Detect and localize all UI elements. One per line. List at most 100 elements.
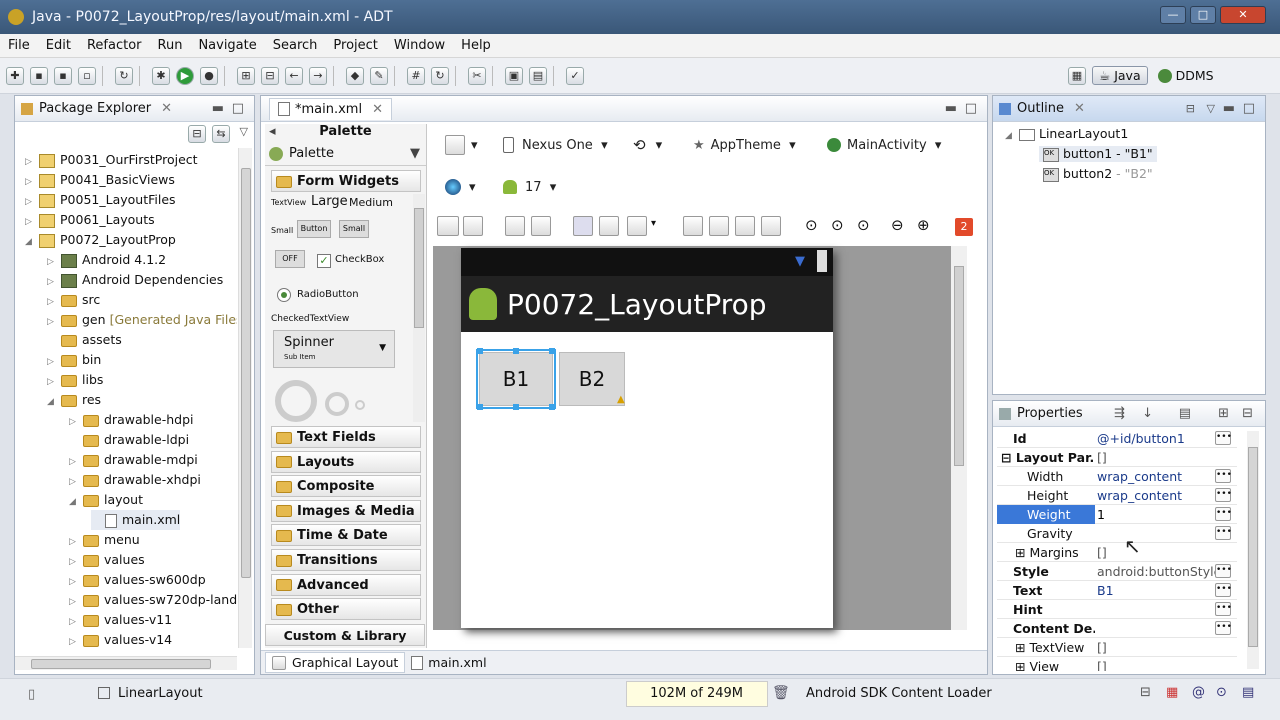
property-row[interactable]: Id @+id/button1 ••• [997, 429, 1237, 448]
expand-arrow-icon[interactable]: ◢ [69, 492, 79, 512]
widget-button[interactable]: Button [297, 220, 331, 238]
property-value[interactable]: android:buttonStyle [1097, 562, 1219, 581]
edit-property-icon[interactable]: ••• [1215, 583, 1232, 597]
expand-arrow-icon[interactable]: ▷ [69, 452, 79, 472]
resize-handle[interactable] [549, 404, 555, 410]
edit-property-icon[interactable]: ••• [1215, 526, 1232, 540]
widgets-scrollbar[interactable] [413, 194, 425, 422]
property-row[interactable]: ⊞ View [] [997, 657, 1237, 671]
new-class-icon[interactable]: ⊞ [237, 66, 255, 85]
checkbox-check-icon[interactable]: ✓ [317, 254, 331, 268]
tree-item[interactable]: ◢ P0072_LayoutProp [25, 230, 176, 250]
preview-button-b2[interactable]: B2 [559, 352, 625, 406]
widget-spinner[interactable]: Spinner Sub Item ▼ [273, 330, 395, 368]
property-value[interactable]: B1 [1097, 581, 1219, 600]
edit-property-icon[interactable]: ••• [1215, 469, 1232, 483]
widget-radiobutton[interactable]: RadioButton [297, 289, 359, 300]
package-explorer-tab[interactable]: Package Explorer ✕ ▬ □ [15, 96, 254, 122]
widget-checkedtextview[interactable]: CheckedTextView [271, 314, 349, 324]
expand-arrow-icon[interactable]: ▷ [69, 532, 79, 552]
property-value[interactable]: wrap_content [1097, 486, 1219, 505]
expand-arrow-icon[interactable]: ▷ [69, 572, 79, 592]
properties-scroll-thumb[interactable] [1248, 447, 1258, 647]
outline-item-button2[interactable]: OK button2 - "B2" [1039, 166, 1157, 182]
edit-property-icon[interactable]: ••• [1215, 564, 1232, 578]
property-value[interactable]: [] [1097, 638, 1219, 657]
status-icon-3[interactable]: @ [1192, 685, 1205, 700]
zoom-fit-icon[interactable]: ⊙ [805, 216, 818, 234]
minimize-outline-icon[interactable]: ▬ [1223, 101, 1235, 116]
forward-icon[interactable]: → [309, 66, 327, 85]
debug-icon[interactable]: ✱ [152, 66, 170, 85]
maximize-view-icon[interactable]: □ [232, 101, 244, 116]
error-count-badge[interactable]: 2 [955, 218, 973, 236]
expand-icon[interactable]: ⊞ [1015, 659, 1029, 671]
minimize-button[interactable]: — [1160, 6, 1186, 24]
activity-dropdown[interactable]: MainActivity ▾ [827, 132, 941, 158]
maximize-outline-icon[interactable]: □ [1243, 101, 1255, 116]
device-dropdown[interactable]: Nexus One ▾ [503, 132, 608, 158]
menu-file[interactable]: File [0, 38, 38, 53]
expand-all-icon[interactable]: ⊞ [1218, 406, 1229, 421]
category-other[interactable]: Other [271, 598, 421, 621]
layout-vertical-icon[interactable] [463, 216, 483, 236]
edit-property-icon[interactable]: ••• [1215, 507, 1232, 521]
open-perspective-icon[interactable]: ▦ [1068, 66, 1086, 85]
expand-arrow-icon[interactable]: ▷ [25, 212, 35, 232]
outline-root[interactable]: ◢ LinearLayout1 [1005, 126, 1128, 141]
property-row[interactable]: Content De... ••• [997, 619, 1237, 638]
tree-item[interactable]: ▷ Android 4.1.2 [47, 250, 166, 270]
ddms-perspective-button[interactable]: DDMS [1154, 67, 1218, 85]
expand-arrow-icon[interactable]: ▷ [25, 152, 35, 172]
resize-handle[interactable] [477, 348, 483, 354]
property-value[interactable]: @+id/button1 [1097, 429, 1219, 448]
widget-small-button[interactable]: Small [339, 220, 369, 238]
gc-trash-icon[interactable]: 🗑 [772, 685, 790, 701]
outline-menu-icon[interactable]: ▽ [1207, 102, 1215, 115]
baseline-icon[interactable] [599, 216, 619, 236]
resize-handle[interactable] [477, 404, 483, 410]
expand-arrow-icon[interactable]: ▷ [25, 192, 35, 212]
property-row[interactable]: Weight 1 ••• [997, 505, 1237, 524]
width-match-icon[interactable] [505, 216, 525, 236]
tree-item[interactable]: drawable-ldpi [69, 430, 189, 450]
category-layouts[interactable]: Layouts [271, 450, 421, 473]
expand-arrow-icon[interactable]: ▷ [69, 472, 79, 492]
open-task-icon[interactable]: ✎ [370, 66, 388, 85]
edit-property-icon[interactable]: ••• [1215, 602, 1232, 616]
resize-handle[interactable] [513, 348, 519, 354]
tree-item[interactable]: main.xml [91, 510, 181, 530]
property-value[interactable]: [] [1097, 657, 1219, 671]
advanced-icon[interactable]: ▤ [1179, 406, 1191, 421]
collapse-palette-icon[interactable]: ◂ [269, 124, 276, 139]
property-row[interactable]: Gravity ••• [997, 524, 1237, 543]
tree-item[interactable]: ▷ drawable-mdpi [69, 450, 198, 470]
expand-arrow-icon[interactable]: ▷ [47, 252, 57, 272]
menu-edit[interactable]: Edit [38, 38, 79, 53]
tree-item[interactable]: ▷ drawable-xhdpi [69, 470, 201, 490]
outline-collapse-icon[interactable]: ⊟ [1186, 102, 1195, 115]
collapse-all-properties-icon[interactable]: ⊟ [1242, 406, 1253, 421]
preview-button-b1[interactable]: B1 [476, 349, 556, 409]
run-icon[interactable]: ▶ [176, 66, 194, 85]
tree-item[interactable]: ▷ P0031_OurFirstProject [25, 150, 198, 170]
expand-arrow-icon[interactable]: ▷ [47, 352, 57, 372]
layout-horizontal-icon[interactable] [437, 216, 459, 236]
graphical-layout-tab[interactable]: Graphical Layout [265, 652, 406, 673]
print-icon[interactable]: ▫ [78, 66, 96, 85]
edit-property-icon[interactable]: ••• [1215, 431, 1232, 445]
resize-handle[interactable] [549, 348, 555, 354]
close-tab-icon[interactable]: ✕ [161, 101, 172, 116]
progressbar-small-icon[interactable] [355, 400, 365, 410]
link-editor-icon[interactable]: ⇆ [212, 125, 230, 143]
expand-arrow-icon[interactable]: ▷ [25, 172, 35, 192]
toggle-margins-icon[interactable] [573, 216, 593, 236]
expand-icon[interactable]: ⊞ [1015, 545, 1029, 560]
property-value[interactable]: [] [1097, 448, 1219, 467]
heap-status[interactable]: 102M of 249M [626, 681, 768, 707]
close-outline-icon[interactable]: ✕ [1074, 101, 1085, 116]
tree-item[interactable]: ▷ P0051_LayoutFiles [25, 190, 176, 210]
outline-item-button1[interactable]: OK button1 - "B1" [1039, 146, 1157, 162]
expand-arrow-icon[interactable]: ▷ [69, 632, 79, 648]
menu-run[interactable]: Run [150, 38, 191, 53]
